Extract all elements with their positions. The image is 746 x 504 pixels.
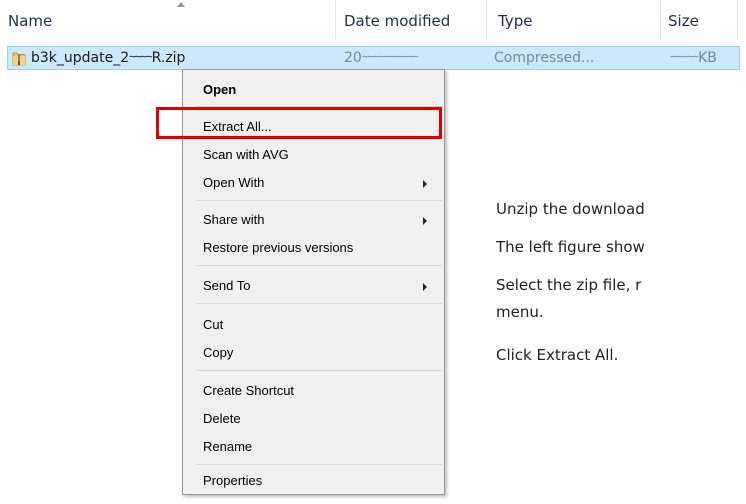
menu-item-properties[interactable]: Properties bbox=[203, 473, 262, 488]
zip-folder-icon bbox=[12, 52, 26, 66]
instruction-line-2: The left figure show bbox=[496, 238, 645, 256]
menu-separator bbox=[197, 464, 442, 465]
menu-separator bbox=[197, 200, 442, 201]
instruction-line-4: Click Extract All. bbox=[496, 346, 619, 364]
file-date-prefix: 20 bbox=[344, 50, 362, 66]
submenu-arrow-icon bbox=[423, 180, 427, 188]
column-divider[interactable] bbox=[335, 0, 336, 40]
file-row-selected[interactable]: b3k_update_2∼∼∼∼R.zip 20∼∼∼∼∼∼∼∼∼∼ Compr… bbox=[7, 46, 740, 70]
column-divider[interactable] bbox=[660, 0, 661, 40]
column-divider[interactable] bbox=[737, 0, 738, 40]
instruction-line-1: Unzip the download bbox=[496, 200, 645, 218]
file-name[interactable]: b3k_update_2∼∼∼∼R.zip bbox=[31, 50, 185, 66]
instruction-line-3: Select the zip file, r bbox=[496, 276, 642, 294]
redacted-scribble: ∼∼∼∼∼∼∼∼∼∼ bbox=[361, 50, 419, 63]
menu-item-open-with[interactable]: Open With bbox=[203, 175, 264, 190]
menu-item-cut[interactable]: Cut bbox=[203, 317, 223, 332]
menu-item-send-to[interactable]: Send To bbox=[203, 278, 250, 293]
redacted-scribble: ∼∼∼∼∼ bbox=[670, 50, 699, 63]
file-name-suffix: R.zip bbox=[151, 50, 186, 66]
column-header-name[interactable]: Name bbox=[8, 12, 52, 30]
menu-item-scan-with-avg[interactable]: Scan with AVG bbox=[203, 147, 289, 162]
column-header-bar: Name Date modified Type Size bbox=[0, 0, 746, 42]
menu-item-copy[interactable]: Copy bbox=[203, 345, 233, 360]
file-type: Compressed... bbox=[494, 50, 595, 66]
file-size-unit: KB bbox=[698, 50, 717, 66]
menu-separator bbox=[197, 370, 442, 371]
redacted-scribble: ∼∼∼∼ bbox=[129, 50, 152, 63]
menu-item-share-with[interactable]: Share with bbox=[203, 212, 264, 227]
file-name-prefix: b3k_update_2 bbox=[31, 50, 130, 66]
column-divider[interactable] bbox=[486, 0, 487, 40]
column-header-size[interactable]: Size bbox=[668, 12, 699, 30]
menu-item-restore-previous-versions[interactable]: Restore previous versions bbox=[203, 240, 353, 255]
menu-item-delete[interactable]: Delete bbox=[203, 411, 241, 426]
instruction-line-3-cont: menu. bbox=[496, 303, 544, 321]
extract-all-highlight-box bbox=[156, 107, 442, 139]
menu-item-create-shortcut[interactable]: Create Shortcut bbox=[203, 383, 294, 398]
menu-separator bbox=[197, 303, 442, 304]
menu-item-open[interactable]: Open bbox=[203, 82, 236, 97]
submenu-arrow-icon bbox=[423, 217, 427, 225]
sort-ascending-icon bbox=[177, 2, 185, 7]
submenu-arrow-icon bbox=[423, 283, 427, 291]
file-date: 20∼∼∼∼∼∼∼∼∼∼ bbox=[344, 50, 419, 66]
column-header-type[interactable]: Type bbox=[498, 12, 532, 30]
file-size: ∼∼∼∼∼KB bbox=[670, 50, 717, 66]
menu-item-rename[interactable]: Rename bbox=[203, 439, 252, 454]
menu-separator bbox=[197, 265, 442, 266]
column-header-date[interactable]: Date modified bbox=[344, 12, 450, 30]
